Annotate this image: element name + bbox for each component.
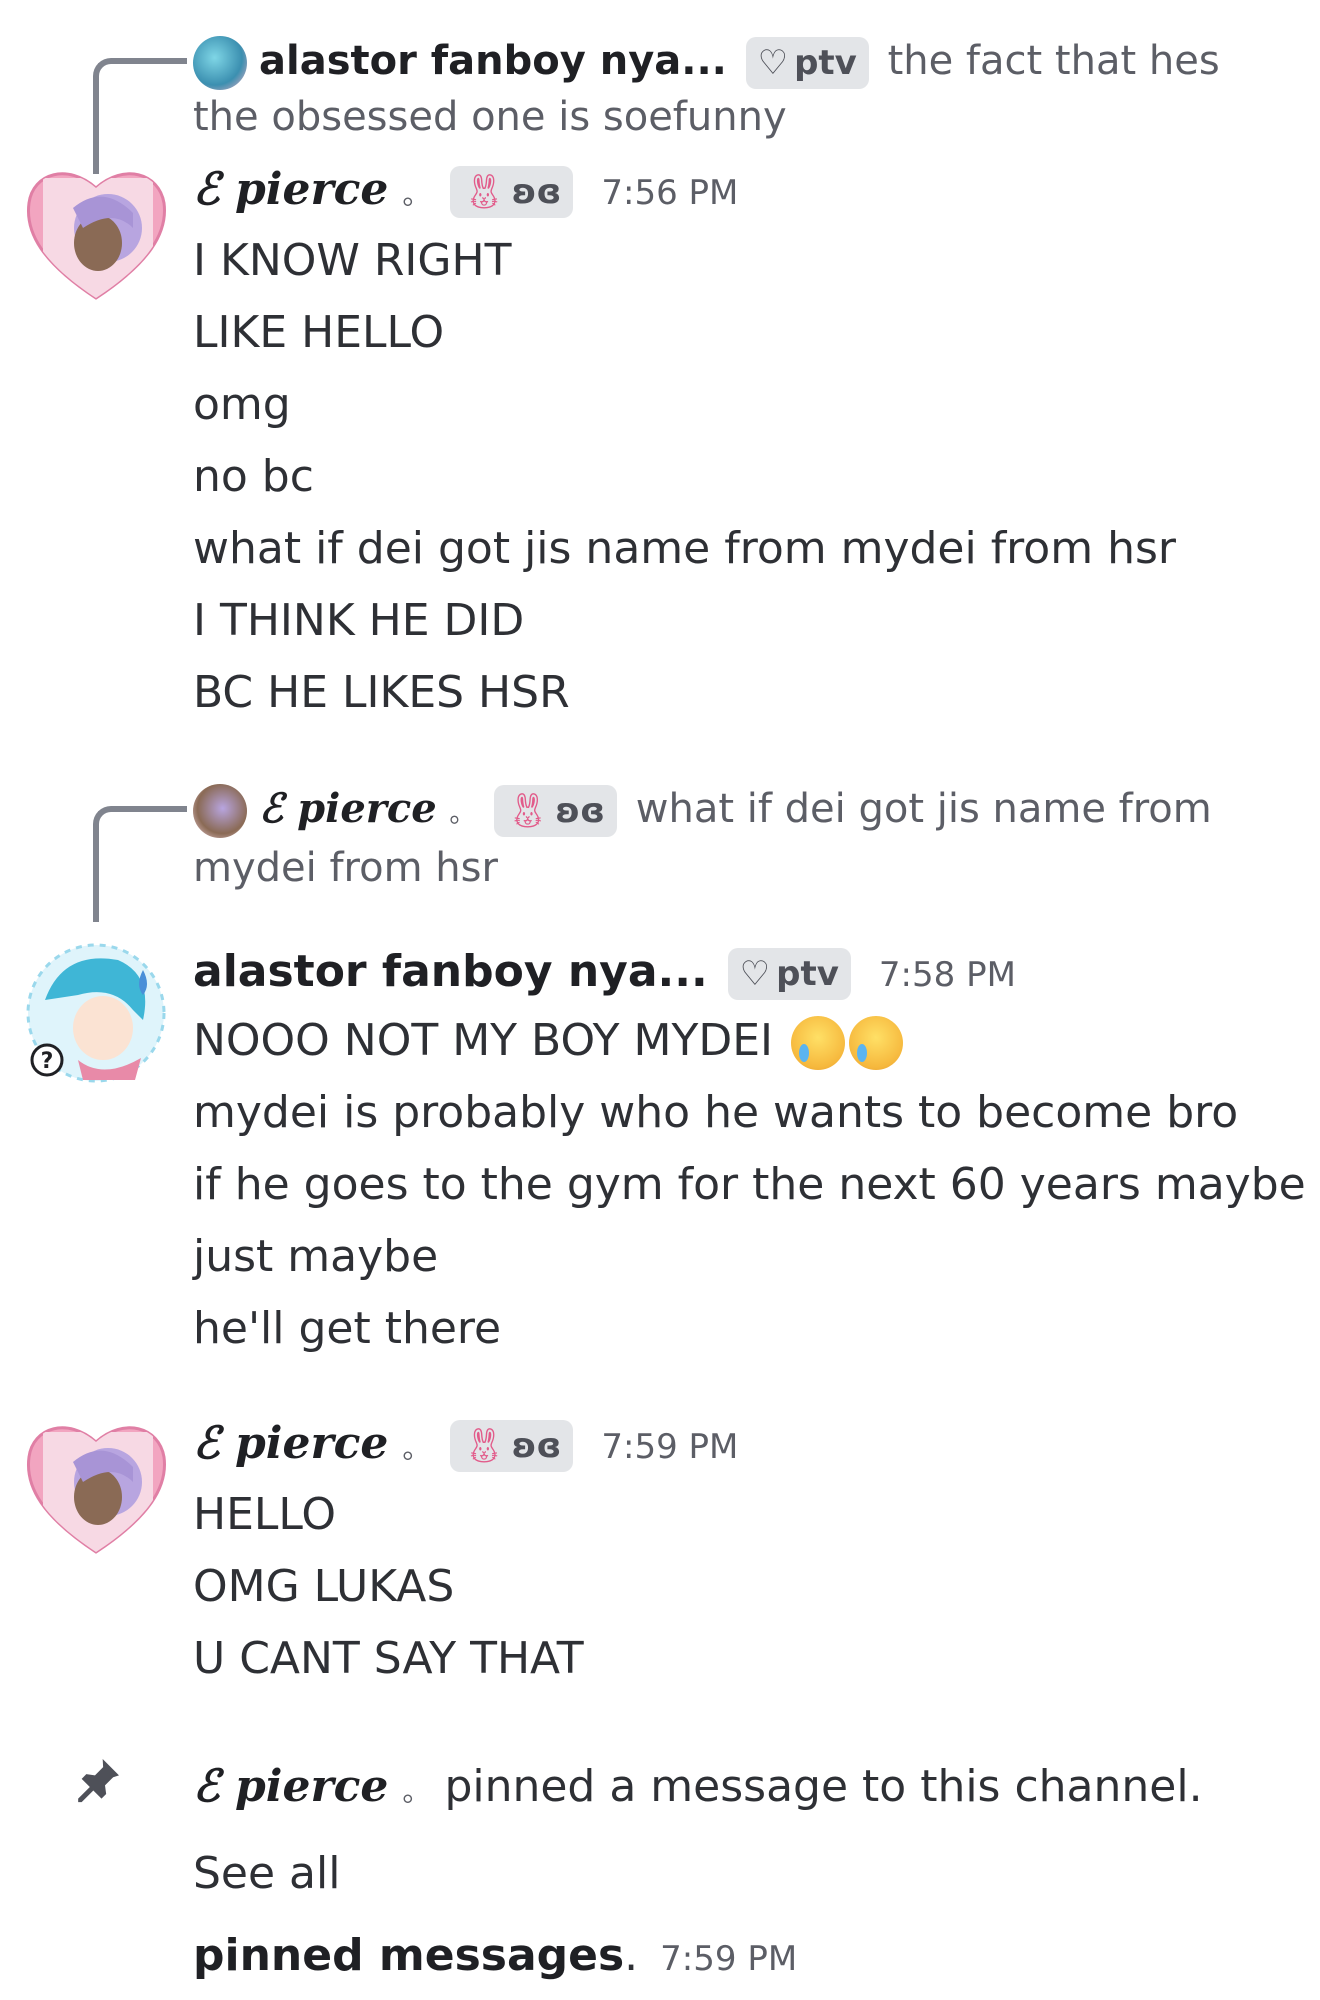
server-tag: ♡ ptv — [727, 948, 851, 1000]
system-message: ℰ pierce 。 pinned a message to this chan… — [193, 1746, 1290, 2000]
message-line: I THINK HE DID — [193, 595, 525, 646]
tag-label: ʚɞ — [511, 1426, 562, 1466]
reply-connector — [93, 58, 187, 174]
reply-author-text[interactable]: pierce — [297, 785, 437, 832]
message-line: no bc — [193, 451, 314, 502]
message-header: ℰ pierce 。 🐰︎ ʚɞ 7:56 PM — [193, 160, 1290, 225]
avatar[interactable] — [23, 1412, 170, 1559]
username[interactable]: alastor fanboy nya... — [193, 946, 708, 997]
period: . — [624, 1930, 639, 1981]
message-text: NOOO NOT MY BOY MYDEI — [193, 1015, 774, 1066]
message: ℰ pierce 。 🐰︎ ʚɞ 7:59 PM HELLO OMG LUKAS … — [193, 1414, 1290, 1695]
pin-icon — [78, 1759, 119, 1803]
tag-label: ptv — [776, 954, 839, 994]
avatar[interactable]: ? — [23, 940, 170, 1087]
timestamp: 7:56 PM — [601, 173, 739, 213]
bunny-icon: 🐰︎ — [462, 172, 506, 212]
message-line: mydei is probably who he wants to become… — [193, 1087, 1239, 1138]
username-suffix: 。 — [402, 1775, 431, 1808]
server-tag: 🐰︎ ʚɞ — [450, 1420, 574, 1472]
message-line: LIKE HELLO — [193, 307, 445, 358]
username-text[interactable]: pierce — [235, 1761, 388, 1812]
message-line: he'll get there — [193, 1303, 502, 1354]
message: alastor fanboy nya... ♡ ptv 7:58 PM NOOO … — [193, 942, 1306, 1365]
message-line: omg — [193, 379, 291, 430]
message-line: U CANT SAY THAT — [193, 1633, 584, 1684]
heart-icon: ♡ — [757, 43, 789, 83]
pinned-messages-link[interactable]: pinned messages — [193, 1930, 624, 1981]
username[interactable]: ℰ pierce — [193, 164, 388, 215]
message-line: just maybe — [193, 1231, 439, 1282]
tag-label: ʚɞ — [555, 791, 606, 831]
avatar — [193, 784, 247, 838]
message-line: BC HE LIKES HSR — [193, 667, 570, 718]
tag-label: ʚɞ — [511, 172, 562, 212]
timestamp: 7:58 PM — [878, 955, 1016, 995]
username-text[interactable]: pierce — [235, 164, 388, 215]
crying-face-emoji[interactable] — [791, 1016, 846, 1070]
message-line: NOOO NOT MY BOY MYDEI — [193, 1005, 1290, 1077]
reply-preview[interactable]: ℰ pierce 。 🐰︎ ʚɞ what if dei got jis name… — [193, 782, 1280, 895]
reply-connector — [93, 806, 187, 922]
username-text[interactable]: pierce — [235, 1418, 388, 1469]
message-header: ℰ pierce 。 🐰︎ ʚɞ 7:59 PM — [193, 1414, 1290, 1479]
message-line: OMG LUKAS — [193, 1561, 455, 1612]
username-suffix: 。 — [402, 178, 431, 211]
message-line: HELLO — [193, 1489, 336, 1540]
message-line: what if dei got jis name from mydei from… — [193, 523, 1176, 574]
message: ℰ pierce 。 🐰︎ ʚɞ 7:56 PM I KNOW RIGHT LIK… — [193, 160, 1290, 729]
bunny-icon: 🐰︎ — [506, 791, 550, 831]
username[interactable]: ℰ pierce — [193, 1418, 388, 1469]
username-suffix: 。 — [402, 1432, 431, 1465]
reply-author[interactable]: alastor fanboy nya... — [259, 38, 727, 84]
tag-label: ptv — [794, 43, 857, 83]
server-tag: 🐰︎ ʚɞ — [450, 166, 574, 218]
timestamp: 7:59 PM — [601, 1427, 739, 1467]
server-tag: 🐰︎ ʚɞ — [494, 785, 618, 837]
timestamp: 7:59 PM — [660, 1939, 798, 1979]
username-suffix: 。 — [449, 799, 476, 829]
avatar[interactable] — [23, 158, 170, 305]
username[interactable]: ℰ pierce — [193, 1761, 388, 1812]
message-line: if he goes to the gym for the next 60 ye… — [193, 1159, 1306, 1210]
server-tag: ♡ ptv — [745, 37, 869, 89]
reply-author[interactable]: ℰ pierce — [259, 785, 437, 832]
avatar — [193, 36, 247, 90]
crying-face-emoji[interactable] — [849, 1016, 904, 1070]
svg-text:?: ? — [41, 1049, 54, 1074]
message-header: alastor fanboy nya... ♡ ptv 7:58 PM — [193, 942, 1290, 1005]
bunny-icon: 🐰︎ — [462, 1426, 506, 1466]
message-line: I KNOW RIGHT — [193, 235, 512, 286]
reply-preview[interactable]: alastor fanboy nya... ♡ ptv the fact that… — [193, 34, 1280, 144]
heart-icon: ♡ — [739, 954, 771, 994]
